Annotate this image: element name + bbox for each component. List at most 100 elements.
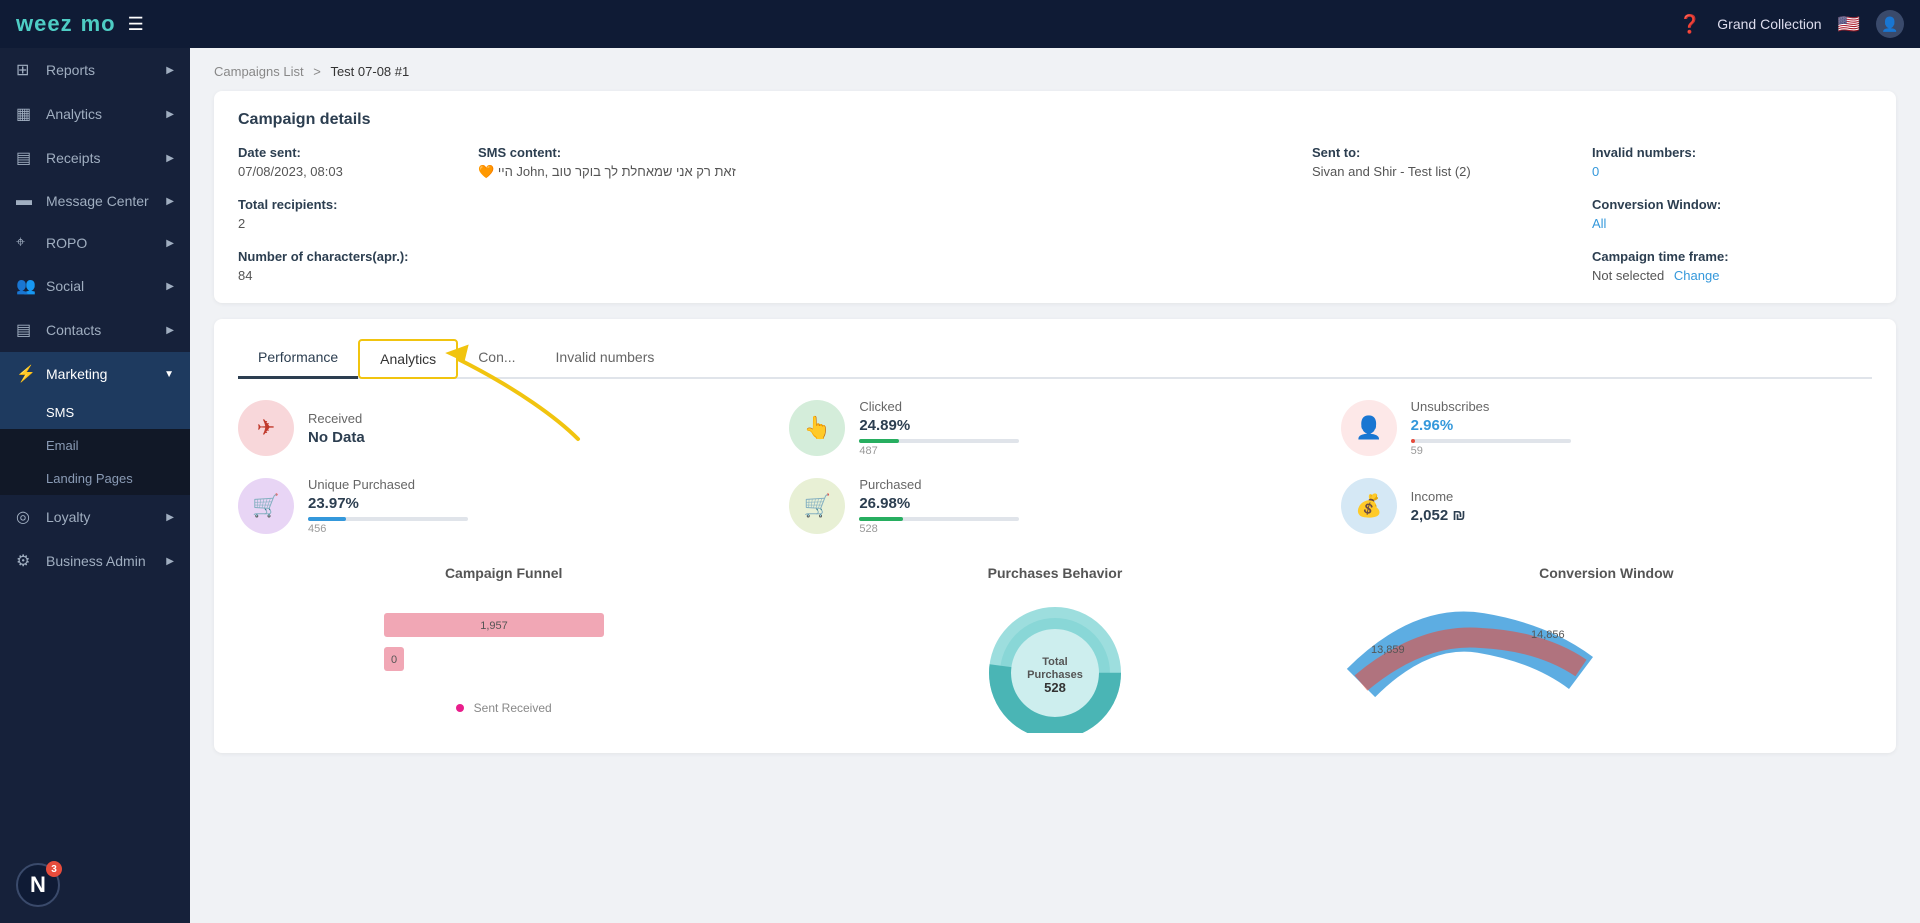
stat-unique-purchased: 🛒 Unique Purchased 23.97% 456	[238, 477, 769, 535]
notification-letter: N	[30, 872, 46, 898]
bottom-sections: Campaign Funnel 1,957 0 Sent Received	[238, 565, 1872, 733]
stat-unsubscribes-title: Unsubscribes	[1411, 399, 1571, 414]
campaign-col-dates: Date sent: 07/08/2023, 08:03 Total recip…	[238, 145, 458, 283]
svg-text:1,957: 1,957	[480, 620, 508, 632]
funnel-legend-dot	[456, 704, 464, 712]
language-flag[interactable]: 🇺🇸	[1838, 14, 1860, 35]
stat-income-icon: 💰	[1341, 478, 1397, 534]
tab-analytics[interactable]: Analytics	[358, 339, 458, 379]
sidebar-subitem-email[interactable]: Email	[0, 429, 190, 462]
social-icon: 👥	[16, 276, 36, 296]
notification-count: 3	[46, 861, 62, 877]
sidebar-item-contacts[interactable]: ▤ Contacts ▶	[0, 308, 190, 352]
chevron-receipts: ▶	[166, 153, 174, 164]
chevron-analytics: ▶	[166, 109, 174, 120]
conversion-window-value[interactable]: All	[1592, 216, 1872, 231]
stat-purchased-bar-container	[859, 517, 1019, 521]
funnel-legend: Sent Received	[456, 701, 552, 715]
stat-received-value: No Data	[308, 429, 365, 446]
receipts-icon: ▤	[16, 148, 36, 168]
sidebar-item-reports[interactable]: ⊞ Reports ▶	[0, 48, 190, 92]
stat-clicked-value: 24.89%	[859, 417, 1019, 434]
breadcrumb-parent[interactable]: Campaigns List	[214, 64, 304, 79]
sidebar-item-ropo[interactable]: ⌖ ROPO ▶	[0, 222, 190, 264]
stat-clicked-count: 487	[859, 445, 1019, 457]
chevron-ropo: ▶	[166, 238, 174, 249]
sidebar-item-label-ropo: ROPO	[46, 235, 87, 251]
chevron-marketing: ▼	[164, 369, 174, 380]
chevron-loyalty: ▶	[166, 512, 174, 523]
stat-unique-purchased-count: 456	[308, 523, 468, 535]
sidebar: ⊞ Reports ▶ ▦ Analytics ▶ ▤ Receipts ▶ ▬…	[0, 48, 190, 923]
help-icon[interactable]: ❓	[1679, 14, 1701, 35]
tab-invalid-numbers[interactable]: Invalid numbers	[536, 339, 675, 379]
svg-text:528: 528	[1044, 680, 1066, 695]
sidebar-item-message-center[interactable]: ▬ Message Center ▶	[0, 180, 190, 222]
svg-text:13,859: 13,859	[1371, 644, 1405, 656]
chevron-reports: ▶	[166, 65, 174, 76]
tabs-annotation-container: Performance Analytics Con... Invalid num…	[238, 339, 1872, 379]
notification-circle[interactable]: N 3	[16, 863, 60, 907]
campaign-funnel-section: Campaign Funnel 1,957 0 Sent Received	[238, 565, 769, 733]
chevron-contacts: ▶	[166, 325, 174, 336]
user-avatar[interactable]: 👤	[1876, 10, 1904, 38]
donut-container: Total Purchases 528	[789, 593, 1320, 733]
tab-performance[interactable]: Performance	[238, 339, 358, 379]
sidebar-subitem-landing-pages[interactable]: Landing Pages	[0, 462, 190, 495]
stats-grid: ✈ Received No Data 👆 Clicked 24.89% 487	[238, 379, 1872, 555]
contacts-icon: ▤	[16, 320, 36, 340]
top-navigation: weezmo ☰ ❓ Grand Collection 🇺🇸 👤	[0, 0, 1920, 48]
stat-unique-purchased-title: Unique Purchased	[308, 477, 468, 492]
donut-svg: Total Purchases 528	[980, 603, 1130, 733]
conversion-title: Conversion Window	[1341, 565, 1872, 581]
sidebar-item-analytics[interactable]: ▦ Analytics ▶	[0, 92, 190, 136]
num-characters-label: Number of characters(apr.):	[238, 249, 458, 264]
stat-clicked-icon: 👆	[789, 400, 845, 456]
total-recipients-label: Total recipients:	[238, 197, 458, 212]
sms-content-label: SMS content:	[478, 145, 1292, 160]
sidebar-item-label-reports: Reports	[46, 62, 95, 78]
sidebar-item-marketing[interactable]: ⚡ Marketing ▼	[0, 352, 190, 396]
stat-unique-purchased-bar	[308, 517, 346, 521]
stat-clicked-info: Clicked 24.89% 487	[859, 399, 1019, 457]
sidebar-item-social[interactable]: 👥 Social ▶	[0, 264, 190, 308]
sidebar-item-business-admin[interactable]: ⚙ Business Admin ▶	[0, 539, 190, 583]
tab-conversion[interactable]: Con...	[458, 339, 535, 379]
conversion-svg: 13,859 14,856	[1341, 603, 1601, 703]
stat-income-title: Income	[1411, 489, 1466, 504]
sidebar-item-receipts[interactable]: ▤ Receipts ▶	[0, 136, 190, 180]
stat-clicked-bar	[859, 439, 899, 443]
stat-purchased-title: Purchased	[859, 477, 1019, 492]
stat-unique-purchased-info: Unique Purchased 23.97% 456	[308, 477, 468, 535]
stat-unsubscribes-count: 59	[1411, 445, 1571, 457]
sms-emoji: 🧡	[478, 164, 494, 179]
svg-text:Total: Total	[1042, 656, 1067, 668]
date-sent-value: 07/08/2023, 08:03	[238, 164, 458, 179]
analytics-card: Performance Analytics Con... Invalid num…	[214, 319, 1896, 753]
sidebar-item-label-loyalty: Loyalty	[46, 509, 90, 525]
sidebar-item-loyalty[interactable]: ◎ Loyalty ▶	[0, 495, 190, 539]
campaign-timeframe-change[interactable]: Change	[1674, 268, 1720, 283]
sidebar-item-label-contacts: Contacts	[46, 322, 101, 338]
stat-received-icon: ✈	[238, 400, 294, 456]
notification-badge[interactable]: N 3	[16, 863, 60, 907]
purchases-title: Purchases Behavior	[789, 565, 1320, 581]
stat-income-value: 2,052 ₪	[1411, 507, 1466, 524]
hamburger-menu[interactable]: ☰	[128, 14, 144, 35]
stat-unique-purchased-icon: 🛒	[238, 478, 294, 534]
purchases-behavior-section: Purchases Behavior Total Purchases 528	[789, 565, 1320, 733]
analytics-icon: ▦	[16, 104, 36, 124]
campaign-timeframe-value: Not selected Change	[1592, 268, 1872, 283]
num-characters-value: 84	[238, 268, 458, 283]
sidebar-subitem-sms[interactable]: SMS	[0, 396, 190, 429]
logo-text-part1: weez	[16, 11, 73, 37]
invalid-numbers-label: Invalid numbers:	[1592, 145, 1872, 160]
campaign-timeframe-not-selected: Not selected	[1592, 268, 1664, 283]
sidebar-item-label-social: Social	[46, 278, 84, 294]
date-sent-label: Date sent:	[238, 145, 458, 160]
loyalty-icon: ◎	[16, 507, 36, 527]
campaign-col-sent-to: Sent to: Sivan and Shir - Test list (2)	[1312, 145, 1572, 283]
invalid-numbers-value[interactable]: 0	[1592, 164, 1872, 179]
stat-clicked-bar-container	[859, 439, 1019, 443]
campaign-col-sms: SMS content: 🧡 היי John, זאת רק אני שמאח…	[478, 145, 1292, 283]
